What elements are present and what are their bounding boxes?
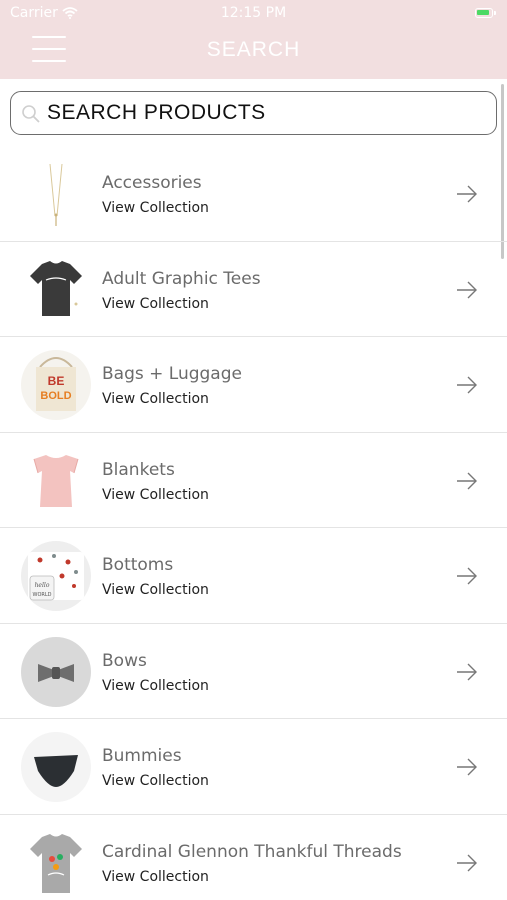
- view-collection-link[interactable]: View Collection: [102, 296, 209, 312]
- list-item-bummies[interactable]: Bummies View Collection: [0, 719, 507, 815]
- view-collection-link[interactable]: View Collection: [102, 582, 209, 598]
- list-item-bottoms[interactable]: hello WORLD Bottoms View Collection: [0, 528, 507, 624]
- svg-text:BE: BE: [48, 374, 65, 388]
- collection-title: Accessories: [102, 173, 202, 193]
- collection-title: Adult Graphic Tees: [102, 268, 261, 289]
- battery-level: [477, 10, 489, 15]
- collection-title: Cardinal Glennon Thankful Threads: [102, 841, 402, 862]
- list-item-blankets[interactable]: Blankets View Collection: [0, 433, 507, 528]
- list-item-adult-graphic-tees[interactable]: Adult Graphic Tees View Collection: [0, 242, 507, 337]
- arrow-right-icon[interactable]: [455, 373, 479, 397]
- bags-luggage-thumbnail: BE BOLD: [21, 350, 91, 420]
- search-bar[interactable]: [10, 91, 497, 135]
- bummies-thumbnail: [21, 732, 91, 802]
- status-time: 12:15 PM: [220, 5, 287, 21]
- svg-text:hello: hello: [35, 582, 50, 589]
- view-collection-link[interactable]: View Collection: [102, 391, 209, 407]
- app-screen: Carrier 12:15 PM SEARCH SEARCH PRODUCTS …: [0, 0, 507, 900]
- view-collection-link[interactable]: View Collection: [102, 487, 209, 503]
- arrow-right-icon[interactable]: [455, 182, 479, 206]
- arrow-right-icon[interactable]: [455, 564, 479, 588]
- collection-title: Bows: [102, 650, 147, 671]
- collection-title: Blankets: [102, 459, 175, 480]
- bottoms-thumbnail: hello WORLD: [21, 541, 91, 611]
- search-input[interactable]: [47, 92, 487, 133]
- adult-graphic-tees-thumbnail: [30, 260, 82, 316]
- arrow-right-icon[interactable]: [455, 851, 479, 875]
- arrow-right-icon[interactable]: [455, 755, 479, 779]
- view-collection-link[interactable]: View Collection: [102, 200, 209, 216]
- list-item-cardinal-glennon-thankful-threads[interactable]: Cardinal Glennon Thankful Threads View C…: [0, 815, 507, 900]
- list-item-bows[interactable]: Bows View Collection: [0, 624, 507, 719]
- accessories-thumbnail: [49, 163, 63, 226]
- collection-title: Bummies: [102, 746, 182, 766]
- svg-text:BOLD: BOLD: [40, 390, 71, 402]
- battery-icon: [475, 8, 496, 18]
- page-title: SEARCH: [206, 38, 301, 61]
- search-icon: [22, 105, 40, 123]
- arrow-right-icon[interactable]: [455, 660, 479, 684]
- collection-list: Accessories View Collection Adult Graphi…: [0, 146, 507, 900]
- svg-text:WORLD: WORLD: [33, 592, 52, 598]
- arrow-right-icon[interactable]: [455, 469, 479, 493]
- bows-thumbnail: [21, 636, 91, 707]
- list-item-bags-luggage[interactable]: BE BOLD Bags + Luggage View Collection: [0, 337, 507, 433]
- collection-title: Bags + Luggage: [102, 364, 242, 384]
- arrow-right-icon[interactable]: [455, 278, 479, 302]
- collection-title: Bottoms: [102, 555, 174, 575]
- list-item-accessories[interactable]: Accessories View Collection: [0, 146, 507, 242]
- view-collection-link[interactable]: View Collection: [102, 773, 209, 789]
- header: Carrier 12:15 PM SEARCH: [0, 0, 507, 79]
- cardinal-glennon-thumbnail: [30, 833, 82, 893]
- status-bar: Carrier 12:15 PM: [0, 0, 507, 28]
- blankets-thumbnail: [33, 454, 79, 507]
- view-collection-link[interactable]: View Collection: [102, 678, 209, 694]
- view-collection-link[interactable]: View Collection: [102, 869, 209, 885]
